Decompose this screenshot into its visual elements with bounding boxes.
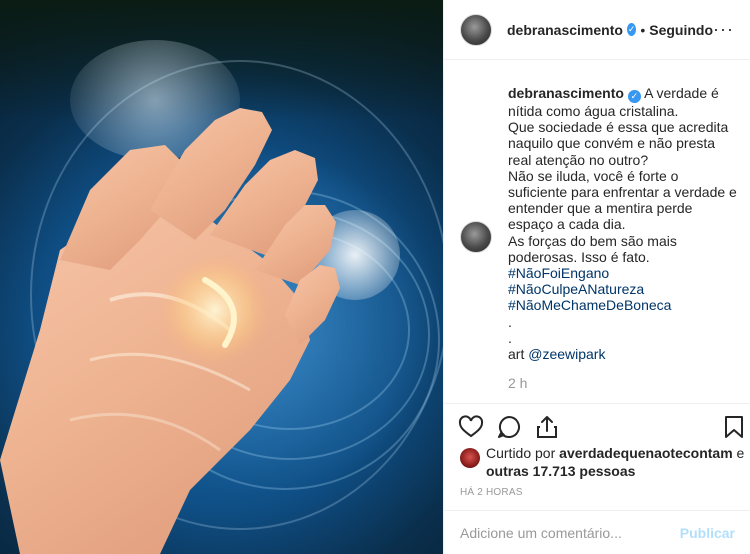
- caption-dot: .: [508, 313, 512, 330]
- post-side-panel: debranascimento ✓ • Seguindo ··· debrana…: [443, 0, 750, 554]
- caption-section: debranascimento ✓ A verdade é nítida como…: [444, 61, 750, 403]
- heart-icon[interactable]: [458, 414, 484, 440]
- comment-bar: Publicar: [444, 510, 750, 554]
- likes-prefix: Curtido por: [486, 445, 556, 461]
- hand-illustration: [0, 108, 340, 554]
- author-username[interactable]: debranascimento: [507, 22, 623, 38]
- separator-dot: •: [640, 21, 646, 38]
- caption-author-avatar[interactable]: [460, 221, 492, 253]
- caption-timestamp[interactable]: 2 h: [508, 375, 527, 391]
- hashtag-link[interactable]: #NãoCulpeANatureza: [508, 281, 738, 297]
- hashtag-link[interactable]: #NãoMeChameDeBoneca: [508, 297, 738, 313]
- author-avatar[interactable]: [460, 13, 492, 46]
- caption-username[interactable]: debranascimento: [508, 85, 624, 101]
- comment-input[interactable]: [460, 524, 680, 541]
- caption-dot: .: [508, 329, 512, 346]
- caption-line: Não se iluda, você é forte o suficiente …: [508, 167, 737, 233]
- post-caption: debranascimento ✓ A verdade é nítida como…: [508, 85, 738, 362]
- publish-button[interactable]: Publicar: [680, 525, 735, 541]
- share-icon[interactable]: [534, 414, 560, 440]
- more-horizontal-icon[interactable]: ···: [713, 19, 734, 40]
- bookmark-icon[interactable]: [721, 414, 747, 440]
- likes-connector: e: [736, 445, 745, 461]
- post-header: debranascimento ✓ • Seguindo ···: [444, 0, 750, 60]
- action-bar: [444, 403, 750, 445]
- likes-summary: Curtido por averdadequenaotecontam e out…: [460, 444, 745, 480]
- caption-line: Que sociedade é essa que acredita naquil…: [508, 119, 729, 168]
- comment-icon[interactable]: [496, 414, 522, 440]
- post-image[interactable]: [0, 0, 443, 554]
- verified-badge-icon: ✓: [627, 90, 641, 103]
- liker-avatar[interactable]: [460, 448, 480, 468]
- mention-link[interactable]: @zeewipark: [528, 346, 605, 362]
- following-button[interactable]: Seguindo: [649, 22, 713, 38]
- caption-line: As forças do bem são mais poderosas. Iss…: [508, 232, 677, 265]
- liker-username[interactable]: averdadequenaotecontam: [559, 445, 733, 461]
- art-credit-label: art: [508, 346, 525, 363]
- likes-count-link[interactable]: outras 17.713 pessoas: [486, 463, 635, 479]
- verified-badge-icon: ✓: [626, 23, 637, 36]
- hashtag-link[interactable]: #NãoFoiEngano: [508, 265, 738, 281]
- post-time-ago[interactable]: HÁ 2 HORAS: [460, 487, 523, 498]
